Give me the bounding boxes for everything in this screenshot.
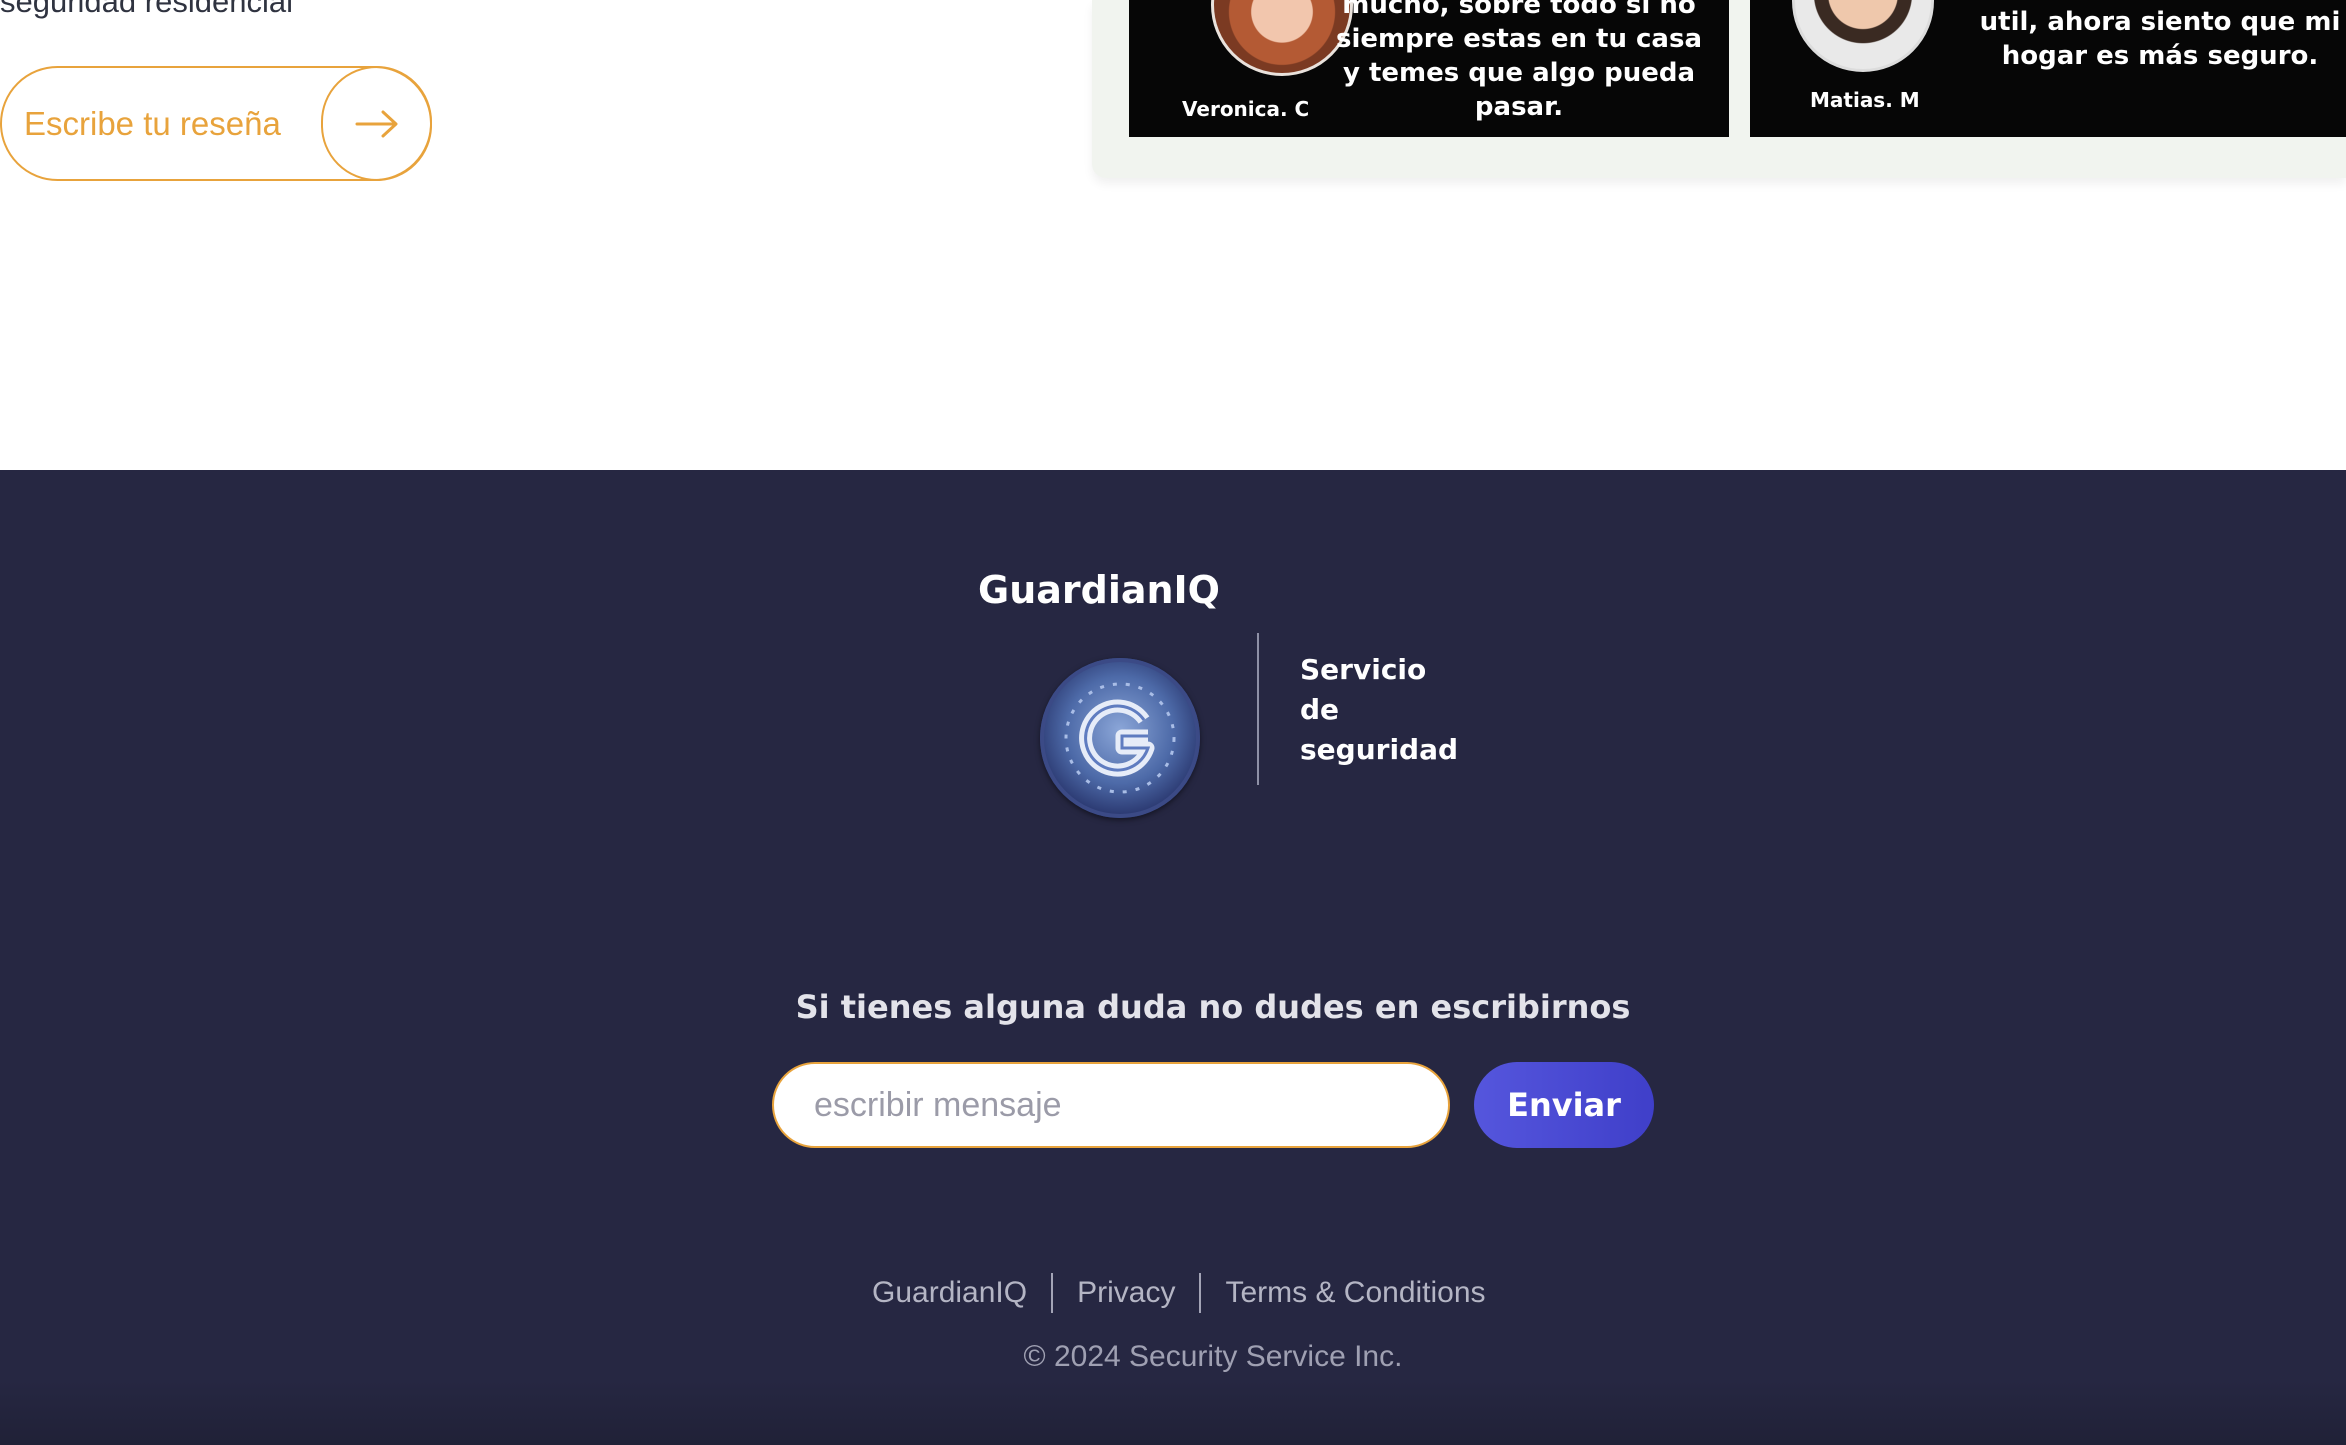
avatar — [1792, 0, 1934, 72]
copyright-text: © 2024 Security Service Inc. — [1023, 1340, 1403, 1373]
logo-divider — [1257, 633, 1259, 785]
logo-tagline-line: de — [1300, 693, 1340, 726]
testimonial-quote: mucho, sobre todo si no siempre estas en… — [1335, 0, 1702, 122]
message-input[interactable] — [772, 1062, 1450, 1148]
footer-link-terms[interactable]: Terms & Conditions — [1225, 1276, 1485, 1310]
footer-brand-name: GuardianIQ — [978, 568, 1220, 612]
send-button[interactable]: Enviar — [1474, 1062, 1654, 1148]
guardianiq-logo-icon — [1040, 658, 1200, 818]
arrow-right-icon — [321, 66, 432, 181]
write-review-button[interactable]: Escribe tu reseña — [0, 66, 432, 181]
link-divider — [1051, 1273, 1054, 1313]
testimonial-author: Matias. M — [1810, 88, 1920, 112]
logo-tagline: Servicio de seguridad — [1300, 650, 1500, 770]
logo-tagline-line: seguridad — [1300, 733, 1459, 766]
testimonial-card: Matias. M util, ahora siento que mi hoga… — [1750, 0, 2346, 137]
footer-link-privacy[interactable]: Privacy — [1077, 1276, 1175, 1310]
site-footer: GuardianIQ Servicio de seguridad Si tien… — [0, 470, 2346, 1445]
testimonial-card: Veronica. C mucho, sobre todo si no siem… — [1129, 0, 1729, 137]
link-divider — [1199, 1273, 1202, 1313]
testimonial-author: Veronica. C — [1182, 97, 1310, 121]
footer-link-guardianiq[interactable]: GuardianIQ — [872, 1276, 1027, 1310]
footer-links: GuardianIQ Privacy Terms & Conditions — [872, 1273, 1486, 1313]
logo-tagline-line: Servicio — [1300, 653, 1427, 686]
contact-heading: Si tienes alguna duda no dudes en escrib… — [795, 988, 1631, 1026]
section-tagline: seguridad residencial — [0, 0, 293, 19]
testimonial-quote: util, ahora siento que mi hogar es más s… — [1979, 7, 2341, 71]
testimonials-carousel: Veronica. C mucho, sobre todo si no siem… — [1092, 0, 2346, 178]
write-review-label: Escribe tu reseña — [24, 104, 281, 142]
